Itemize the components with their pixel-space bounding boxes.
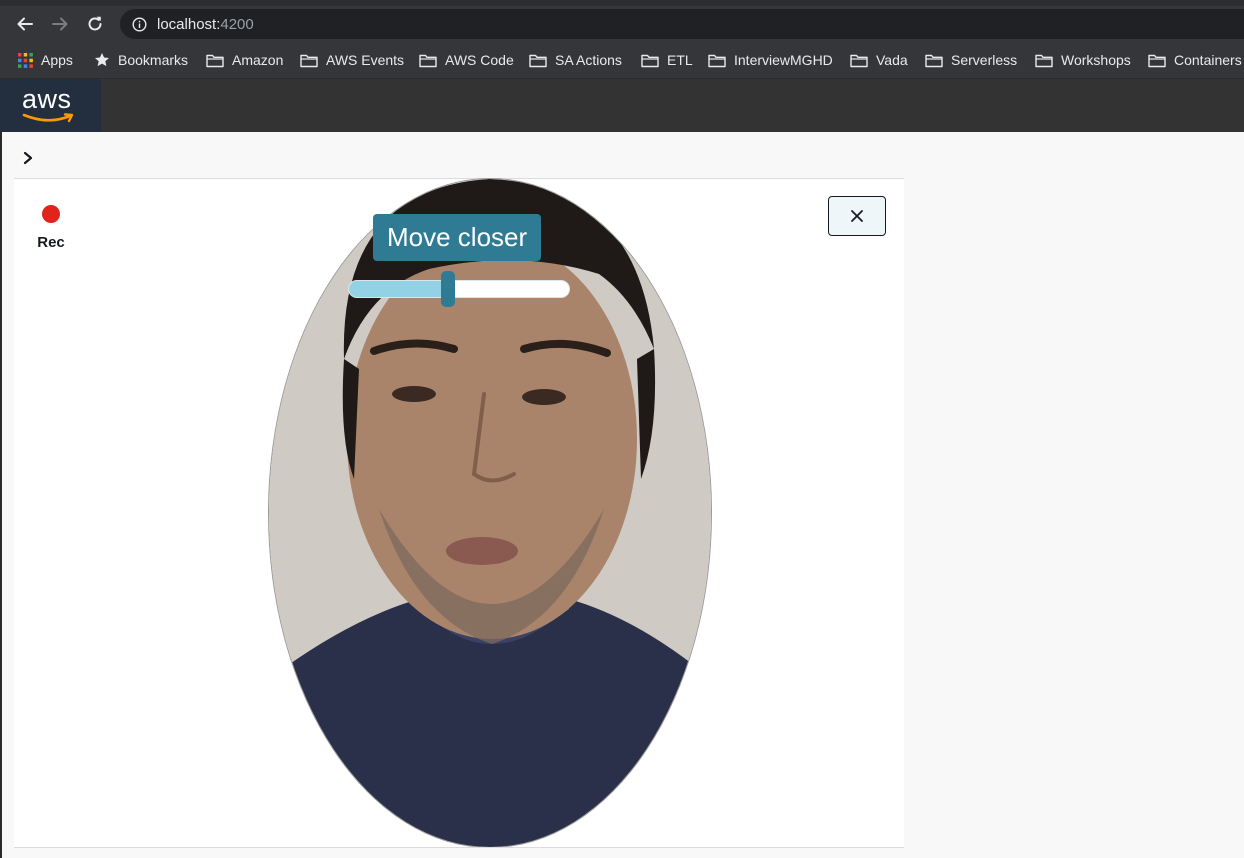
url-port: 4200 [220,16,254,33]
recording-indicator-icon [42,205,60,223]
bookmark-label: Workshops [1061,52,1131,68]
back-button[interactable] [13,12,37,36]
progress-thumb [441,271,455,307]
forward-button[interactable] [48,12,72,36]
aws-smile-icon [22,113,74,123]
bookmark-label: SA Actions [555,52,622,68]
bookmark-folder-aws-events[interactable]: AWS Events [300,51,404,69]
url-text: localhost:4200 [157,16,254,33]
bookmark-apps[interactable]: Apps [18,51,73,69]
bookmark-folder-vada[interactable]: Vada [850,51,908,69]
bookmark-folder-aws-code[interactable]: AWS Code [419,51,514,69]
back-arrow-icon [17,17,33,31]
bookmark-label: InterviewMGHD [734,52,833,68]
app-header: aws [0,79,1244,132]
close-icon [851,210,863,222]
progress-fill [349,281,448,297]
star-icon [95,53,109,67]
aws-logo-text: aws [22,84,72,114]
folder-icon [925,54,943,67]
aws-logo[interactable]: aws [0,79,101,132]
bookmark-bookmarks[interactable]: Bookmarks [94,51,188,69]
bookmark-folder-interviewmghd[interactable]: InterviewMGHD [708,51,833,69]
site-info-icon[interactable] [132,17,147,32]
bookmark-label: AWS Events [326,52,405,68]
bookmark-folder-containers[interactable]: Containers [1148,51,1242,69]
url-host: localhost: [157,16,221,33]
bookmark-label: Bookmarks [118,52,189,68]
camera-feed-oval [269,179,711,847]
expand-navigation-button[interactable] [18,148,38,168]
bookmark-label: ETL [667,52,693,68]
bookmark-label: Amazon [232,52,284,68]
address-bar[interactable]: localhost:4200 [120,9,1244,39]
bookmark-label: Vada [876,52,908,68]
reload-icon [88,16,102,31]
folder-icon [641,54,659,67]
bookmark-folder-amazon[interactable]: Amazon [206,51,283,69]
camera-video-frame [269,179,711,847]
folder-icon [1148,54,1166,67]
bookmark-folder-workshops[interactable]: Workshops [1035,51,1131,69]
browser-toolbar: localhost:4200 [0,6,1244,42]
liveness-hint: Move closer [373,214,542,261]
close-button[interactable] [828,196,886,236]
folder-icon [708,54,726,67]
folder-icon [419,54,437,67]
recording-label: Rec [37,234,65,251]
bookmark-label: Apps [41,52,73,68]
content-divider-bottom [14,847,904,848]
apps-grid-icon [18,52,33,68]
bookmark-folder-etl[interactable]: ETL [641,51,693,69]
forward-arrow-icon [52,17,68,31]
bookmark-label: Serverless [951,52,1018,68]
bookmark-label: AWS Code [445,52,514,68]
folder-icon [1035,54,1053,67]
bookmark-folder-serverless[interactable]: Serverless [925,51,1017,69]
folder-icon [300,54,318,67]
folder-icon [529,54,547,67]
chevron-right-icon [23,151,33,165]
left-edge-border [0,132,2,858]
reload-button[interactable] [83,12,107,36]
bookmark-label: Containers [1174,52,1242,68]
folder-icon [206,54,224,67]
face-distance-progress [349,271,569,307]
bookmarks-bar: Apps Bookmarks Amazon AWS Events AWS Cod… [0,42,1244,79]
bookmark-folder-sa-actions[interactable]: SA Actions [529,51,622,69]
folder-icon [850,54,868,67]
